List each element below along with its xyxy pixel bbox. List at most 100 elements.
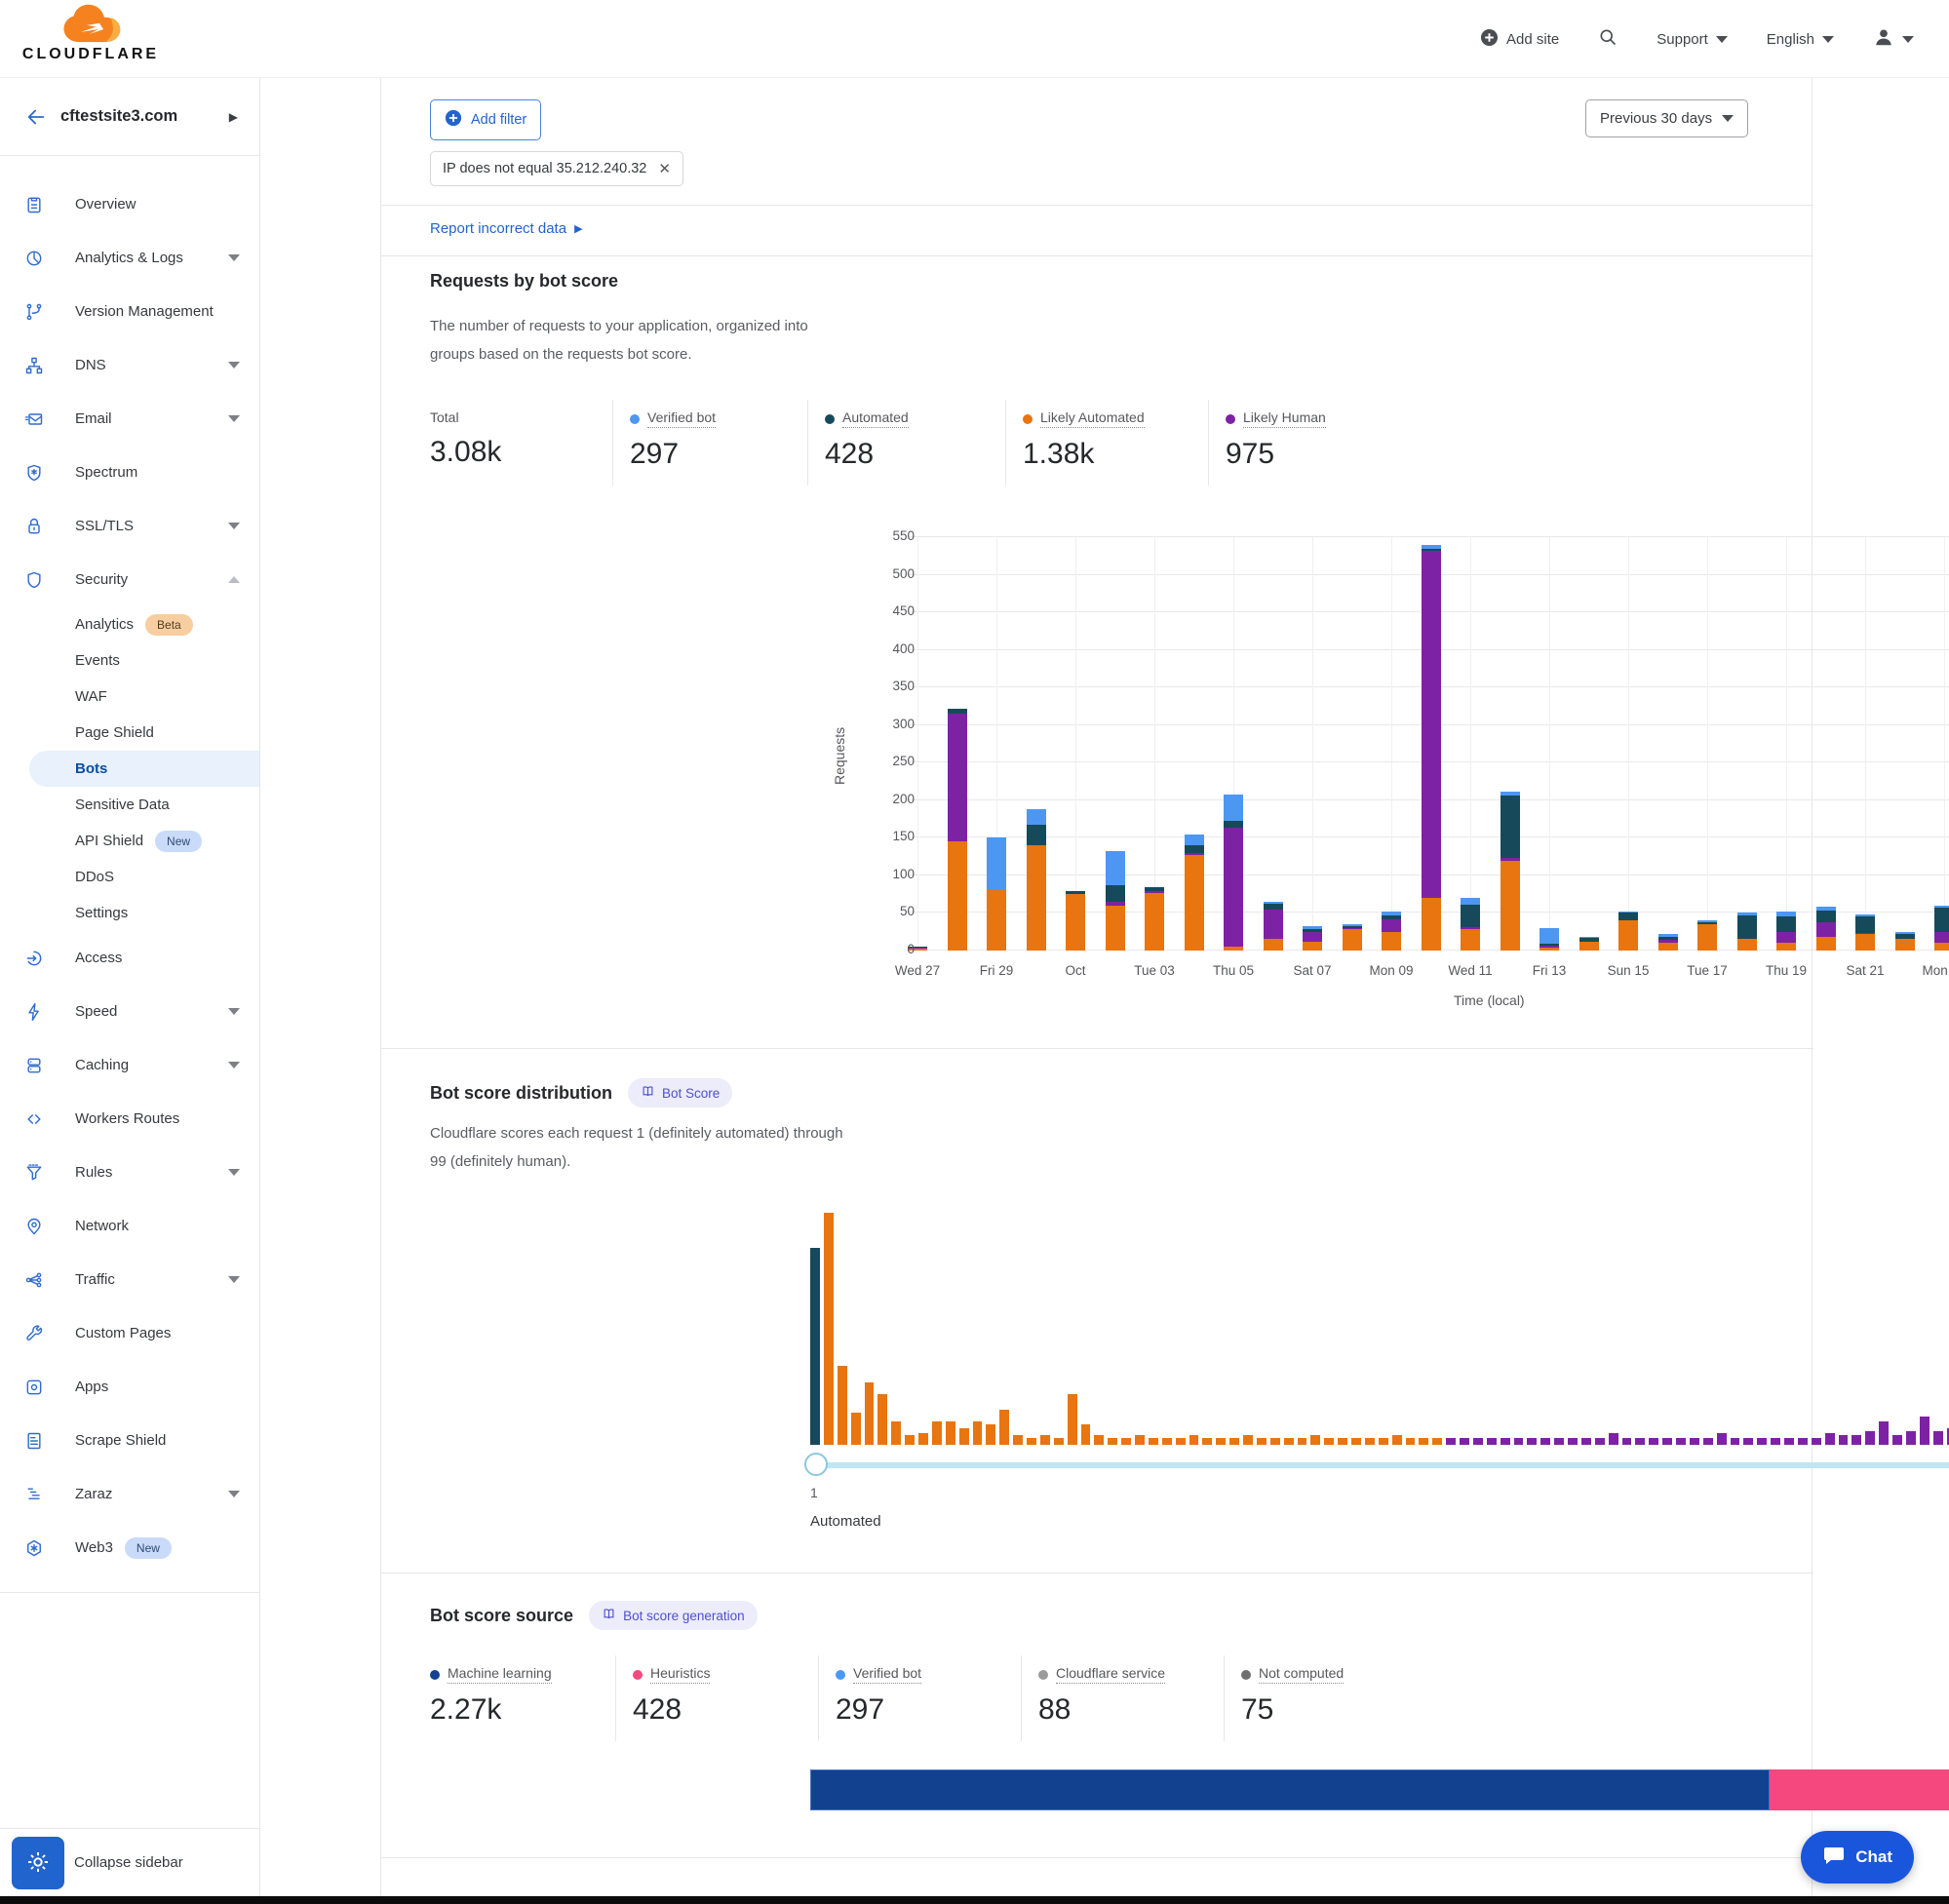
histogram-bar-score-25[interactable] (1135, 1435, 1145, 1445)
histogram-bar-score-66[interactable] (1690, 1438, 1699, 1445)
sidebar-item-spectrum[interactable]: Spectrum (0, 446, 259, 499)
filter-chip[interactable]: IP does not equal 35.212.240.32 ✕ (430, 151, 683, 186)
stacked-bar[interactable] (1145, 887, 1164, 951)
histogram-bar-score-58[interactable] (1581, 1438, 1591, 1445)
histogram-bar-score-1[interactable] (810, 1248, 820, 1445)
sidebar-item-events[interactable]: Events (0, 642, 259, 679)
histogram-bar-score-40[interactable] (1338, 1438, 1347, 1445)
sidebar-item-analytics-logs[interactable]: Analytics & Logs (0, 231, 259, 285)
histogram-bar-score-33[interactable] (1243, 1435, 1253, 1445)
sidebar-item-page-shield[interactable]: Page Shield (0, 715, 259, 751)
add-filter-button[interactable]: Add filter (430, 99, 541, 140)
histogram-bar-score-16[interactable] (1013, 1435, 1023, 1445)
histogram-bar-score-64[interactable] (1662, 1438, 1672, 1445)
sidebar-item-access[interactable]: Access (0, 931, 259, 985)
bot-score-badge[interactable]: Bot Score (628, 1078, 732, 1107)
stacked-bar[interactable] (1106, 851, 1125, 951)
histogram-bar-score-61[interactable] (1622, 1438, 1632, 1445)
language-menu[interactable]: English (1767, 31, 1834, 48)
histogram-bar-score-30[interactable] (1202, 1438, 1212, 1445)
stacked-bar[interactable] (1343, 924, 1362, 951)
site-switcher[interactable]: cftestsite3.com ▶ (0, 78, 259, 156)
stacked-bar[interactable] (1579, 937, 1599, 951)
stacked-bar[interactable] (1737, 913, 1757, 951)
sidebar-item-zaraz[interactable]: Zaraz (0, 1467, 259, 1521)
sidebar-item-web3[interactable]: Web3New (0, 1521, 259, 1574)
histogram-bar-score-59[interactable] (1595, 1438, 1605, 1445)
stacked-bar[interactable] (1382, 912, 1401, 951)
histogram-bar-score-26[interactable] (1149, 1438, 1158, 1445)
histogram-bar-score-56[interactable] (1554, 1438, 1564, 1445)
stacked-bar[interactable] (1855, 914, 1875, 951)
sidebar-item-overview[interactable]: Overview (0, 177, 259, 231)
histogram-bar-score-39[interactable] (1324, 1438, 1334, 1445)
histogram-bar-score-69[interactable] (1731, 1438, 1740, 1445)
histogram-bar-score-70[interactable] (1743, 1438, 1753, 1445)
histogram-bar-score-44[interactable] (1392, 1435, 1402, 1445)
histogram-bar-score-8[interactable] (905, 1435, 915, 1445)
histogram-bar-score-28[interactable] (1176, 1438, 1186, 1445)
add-site-button[interactable]: Add site (1480, 28, 1559, 51)
histogram-bar-score-18[interactable] (1040, 1435, 1050, 1445)
sidebar-item-version-management[interactable]: Version Management (0, 285, 259, 338)
histogram-bar-score-60[interactable] (1609, 1433, 1618, 1445)
histogram-bar-score-49[interactable] (1460, 1438, 1469, 1445)
histogram-bar-score-80[interactable] (1879, 1421, 1889, 1445)
histogram-bar-score-7[interactable] (891, 1421, 901, 1445)
histogram-bar-score-23[interactable] (1108, 1438, 1117, 1445)
histogram-bar-score-50[interactable] (1473, 1438, 1483, 1445)
stacked-bar[interactable] (1303, 926, 1322, 951)
histogram-bar-score-47[interactable] (1432, 1438, 1442, 1445)
sidebar-item-email[interactable]: Email (0, 392, 259, 446)
stacked-bar[interactable] (1895, 932, 1915, 951)
stacked-bar[interactable] (1776, 912, 1796, 951)
sidebar-item-security[interactable]: Security (0, 553, 259, 606)
histogram-bar-score-79[interactable] (1865, 1431, 1875, 1445)
histogram-bar-score-68[interactable] (1717, 1433, 1727, 1445)
histogram-bar-score-72[interactable] (1771, 1438, 1780, 1445)
score-slider-track[interactable] (810, 1462, 1949, 1468)
histogram-bar-score-43[interactable] (1379, 1438, 1388, 1445)
sidebar-item-apps[interactable]: Apps (0, 1360, 259, 1414)
date-range-dropdown[interactable]: Previous 30 days (1585, 99, 1748, 137)
histogram-bar-score-19[interactable] (1054, 1438, 1064, 1445)
histogram-bar-score-73[interactable] (1784, 1438, 1794, 1445)
histogram-bar-score-57[interactable] (1568, 1438, 1578, 1445)
histogram-bar-score-10[interactable] (932, 1421, 942, 1445)
histogram-bar-score-4[interactable] (851, 1413, 861, 1445)
sidebar-item-waf[interactable]: WAF (0, 679, 259, 715)
cloudflare-logo[interactable]: CLOUDFLARE (18, 4, 164, 63)
stacked-bar[interactable] (1461, 898, 1480, 951)
stacked-bar[interactable] (1697, 920, 1717, 951)
stacked-bar[interactable] (1934, 906, 1949, 951)
histogram-bar-score-22[interactable] (1094, 1435, 1104, 1445)
histogram-bar-score-52[interactable] (1501, 1438, 1510, 1445)
histogram-bar-score-45[interactable] (1406, 1438, 1416, 1445)
search-button[interactable] (1598, 27, 1618, 51)
histogram-bar-score-5[interactable] (865, 1382, 875, 1445)
histogram-bar-score-17[interactable] (1027, 1438, 1036, 1445)
stacked-bar[interactable] (1027, 809, 1046, 951)
histogram-bar-score-11[interactable] (946, 1421, 955, 1445)
histogram-bar-score-36[interactable] (1284, 1438, 1294, 1445)
histogram-bar-score-71[interactable] (1757, 1438, 1767, 1445)
stacked-bar[interactable] (1816, 907, 1836, 951)
sidebar-item-ddos[interactable]: DDoS (0, 859, 259, 895)
histogram-bar-score-42[interactable] (1365, 1438, 1375, 1445)
histogram-bar-score-21[interactable] (1081, 1424, 1091, 1445)
stacked-bar[interactable] (1422, 545, 1441, 951)
histogram-bar-score-53[interactable] (1514, 1438, 1524, 1445)
sidebar-item-speed[interactable]: Speed (0, 985, 259, 1038)
back-arrow-icon[interactable] (25, 106, 47, 128)
bot-score-generation-badge[interactable]: Bot score generation (589, 1601, 758, 1630)
histogram-bar-score-82[interactable] (1906, 1431, 1916, 1445)
histogram-bar-score-81[interactable] (1892, 1435, 1902, 1445)
sidebar-item-workers-routes[interactable]: Workers Routes (0, 1092, 259, 1146)
histogram-bar-score-37[interactable] (1298, 1438, 1307, 1445)
histogram-bar-score-9[interactable] (918, 1433, 928, 1445)
histogram-bar-score-46[interactable] (1419, 1438, 1428, 1445)
histogram-bar-score-38[interactable] (1310, 1435, 1320, 1445)
histogram-bar-score-31[interactable] (1216, 1438, 1226, 1445)
stacked-bar[interactable] (1540, 928, 1559, 951)
histogram-bar-score-51[interactable] (1487, 1438, 1497, 1445)
